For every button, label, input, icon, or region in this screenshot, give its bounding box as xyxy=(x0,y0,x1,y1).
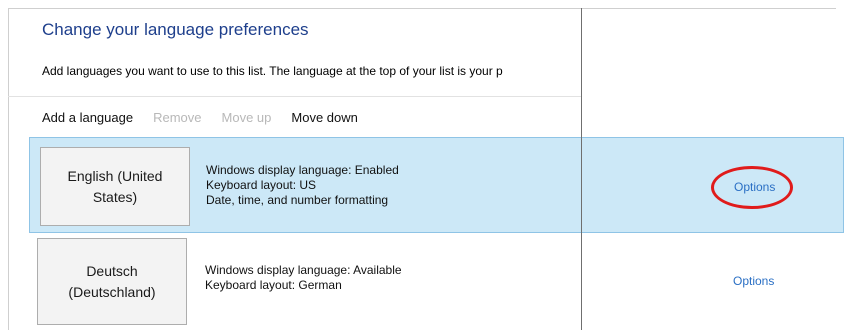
language-toolbar: Add a language Remove Move up Move down xyxy=(42,108,358,126)
page-title: Change your language preferences xyxy=(42,20,309,39)
keyboard-layout: Keyboard layout: German xyxy=(205,278,342,292)
language-row-deutsch[interactable]: Deutsch (Deutschland) Windows display la… xyxy=(29,236,844,328)
language-row-english[interactable]: English (United States) Windows display … xyxy=(29,137,844,233)
move-up-button: Move up xyxy=(221,109,272,125)
language-name-line: States) xyxy=(92,188,138,205)
add-language-button[interactable]: Add a language xyxy=(42,110,133,125)
language-name-line: (Deutschland) xyxy=(68,283,156,300)
header-divider xyxy=(8,96,581,97)
page-description: Add languages you want to use to this li… xyxy=(42,64,503,78)
move-down-button[interactable]: Move down xyxy=(291,110,357,125)
formatting-info: Date, time, and number formatting xyxy=(206,193,389,207)
language-name-line: English (United xyxy=(67,167,163,184)
display-language-status: Windows display language: Enabled xyxy=(206,163,399,177)
vertical-separator xyxy=(581,8,582,330)
remove-button: Remove xyxy=(153,109,202,125)
options-link-english[interactable]: Options xyxy=(734,180,775,194)
language-name-line: Deutsch xyxy=(86,262,138,279)
language-details: Windows display language: Available Keyb… xyxy=(205,263,402,293)
keyboard-layout: Keyboard layout: US xyxy=(206,178,317,192)
options-link-deutsch[interactable]: Options xyxy=(733,274,774,288)
language-tile-english[interactable]: English (United States) xyxy=(40,147,190,226)
language-details: Windows display language: Enabled Keyboa… xyxy=(206,163,399,208)
display-language-status: Windows display language: Available xyxy=(205,263,402,277)
language-tile-deutsch[interactable]: Deutsch (Deutschland) xyxy=(37,238,187,325)
